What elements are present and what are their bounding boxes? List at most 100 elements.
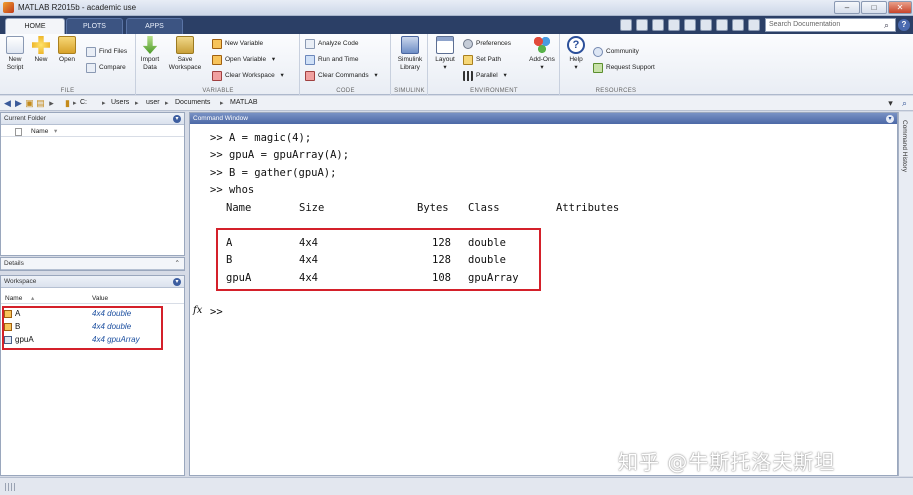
forward-arrow-icon[interactable]: ▶ — [13, 98, 24, 109]
run-and-time-label: Run and Time — [318, 56, 359, 63]
set-path-button[interactable]: Set Path — [463, 54, 501, 66]
community-button[interactable]: Community — [593, 46, 639, 58]
close-button[interactable]: ✕ — [888, 1, 912, 14]
open-label: Open — [59, 56, 75, 63]
environment-group-label: ENVIRONMENT — [470, 88, 518, 94]
import-data-button[interactable]: Import Data — [137, 36, 163, 72]
help-quick-icon[interactable] — [732, 19, 744, 31]
minimize-button[interactable]: – — [834, 1, 860, 14]
compare-button[interactable]: Compare — [86, 62, 126, 74]
whos-header-name: Name — [226, 202, 252, 214]
new-script-button[interactable]: New Script — [2, 36, 28, 72]
breadcrumb-users[interactable]: Users — [111, 99, 129, 106]
panel-menu-icon[interactable]: ▾ — [173, 115, 181, 123]
add-ons-label: Add-Ons — [529, 56, 555, 63]
help-circle-icon: ? — [567, 36, 585, 54]
command-history-strip[interactable]: Command History — [898, 112, 913, 476]
simulink-library-icon — [401, 36, 419, 54]
compare-icon — [86, 63, 96, 73]
clear-commands-button[interactable]: Clear Commands ▾ — [305, 70, 378, 82]
breadcrumb-documents[interactable]: Documents — [175, 99, 210, 106]
workspace-header: Workspace ▾ — [1, 276, 184, 288]
expand-icon[interactable]: ⌃ — [175, 258, 180, 270]
tab-apps[interactable]: APPS — [126, 18, 183, 34]
command-window[interactable]: Command Window ▾ >> A = magic(4); >> gpu… — [189, 112, 898, 476]
help-button[interactable]: ? Help ▾ — [564, 36, 588, 72]
simulink-group: Simulink Library SIMULINK — [392, 34, 428, 95]
switch-windows-icon[interactable] — [716, 19, 728, 31]
open-variable-icon — [212, 55, 222, 65]
code-group-label: CODE — [336, 88, 355, 94]
save-quick-icon[interactable] — [620, 19, 632, 31]
whos-header-class: Class — [468, 202, 500, 214]
workspace-highlight-box — [2, 306, 163, 350]
command-prompt[interactable]: >> — [210, 306, 223, 318]
folder-search-icon[interactable]: ⌕ — [899, 98, 910, 109]
undo-quick-icon[interactable] — [684, 19, 696, 31]
panel-menu-icon[interactable]: ▾ — [886, 115, 894, 123]
matlab-logo-icon — [3, 2, 14, 13]
breadcrumb-matlab[interactable]: MATLAB — [230, 99, 258, 106]
breadcrumb-separator: ▸ — [220, 100, 224, 107]
open-button[interactable]: Open — [54, 36, 80, 64]
workspace-panel: Workspace ▾ Name ▴ Value A 4x4 double B … — [0, 275, 185, 476]
analyze-code-button[interactable]: Analyze Code — [305, 38, 358, 50]
chevron-down-icon: ▾ — [271, 56, 276, 63]
redo-quick-icon[interactable] — [700, 19, 712, 31]
save-workspace-icon — [176, 36, 194, 54]
new-variable-icon — [212, 39, 222, 49]
details-header[interactable]: Details ⌃ — [1, 258, 184, 270]
set-path-icon — [463, 55, 473, 65]
compare-label: Compare — [99, 64, 126, 71]
request-support-button[interactable]: Request Support — [593, 62, 655, 74]
current-folder-column-header[interactable]: Name ▾ — [1, 127, 184, 137]
clear-workspace-button[interactable]: Clear Workspace ▾ — [212, 70, 284, 82]
save-workspace-button[interactable]: Save Workspace — [165, 36, 205, 72]
panel-menu-icon[interactable]: ▾ — [173, 278, 181, 286]
layout-button[interactable]: Layout ▾ — [431, 36, 459, 72]
maximize-button[interactable]: □ — [861, 1, 887, 14]
variable-group: Import Data Save Workspace New Variable … — [137, 34, 300, 95]
tab-plots[interactable]: PLOTS — [66, 18, 123, 34]
breadcrumb-user[interactable]: user — [146, 99, 160, 106]
workspace-column-header[interactable]: Name ▴ Value — [1, 294, 184, 304]
resize-grip-icon[interactable] — [5, 483, 17, 491]
paste-quick-icon[interactable] — [668, 19, 680, 31]
breadcrumb-separator: ▸ — [135, 100, 139, 107]
browse-folder-icon[interactable]: ▤ — [35, 98, 46, 109]
save-workspace-label: Save Workspace — [168, 56, 202, 71]
search-documentation-input[interactable]: Search Documentation — [765, 18, 896, 32]
command-window-title: Command Window — [193, 115, 248, 122]
whos-header-size: Size — [299, 202, 325, 214]
clear-workspace-label: Clear Workspace — [225, 72, 275, 79]
run-and-time-button[interactable]: Run and Time — [305, 54, 358, 66]
current-folder-panel: Current Folder ▾ Name ▾ — [0, 112, 185, 256]
clear-workspace-icon — [212, 71, 222, 81]
simulink-library-button[interactable]: Simulink Library — [395, 36, 425, 72]
cut-quick-icon[interactable] — [636, 19, 648, 31]
address-dropdown-icon[interactable]: ▾ — [885, 98, 896, 109]
whos-highlight-box — [216, 228, 541, 291]
help-icon[interactable]: ? — [898, 19, 910, 31]
preferences-button[interactable]: Preferences — [463, 38, 511, 50]
tab-home[interactable]: HOME — [5, 18, 65, 34]
copy-quick-icon[interactable] — [652, 19, 664, 31]
workspace-title: Workspace — [4, 278, 37, 285]
new-variable-button[interactable]: New Variable — [212, 38, 263, 50]
parallel-button[interactable]: Parallel ▾ — [463, 70, 507, 82]
up-folder-icon[interactable]: ▣ — [24, 98, 35, 109]
back-arrow-icon[interactable]: ◀ — [2, 98, 13, 109]
ribbon: New Script New Open Find Files Compare F… — [0, 34, 913, 95]
find-files-button[interactable]: Find Files — [86, 46, 127, 58]
community-label: Community — [606, 48, 639, 55]
add-ons-button[interactable]: Add-Ons ▾ — [527, 36, 557, 72]
breadcrumb-separator: ▸ — [73, 100, 77, 107]
customize-quick-icon[interactable] — [748, 19, 760, 31]
details-title: Details — [4, 260, 24, 267]
open-variable-button[interactable]: Open Variable ▾ — [212, 54, 275, 66]
file-type-icon — [15, 128, 22, 136]
chevron-down-icon: ▾ — [503, 72, 507, 79]
fx-icon[interactable]: fx — [193, 305, 202, 316]
breadcrumb-c[interactable]: C: — [80, 99, 87, 106]
new-button[interactable]: New — [28, 36, 54, 64]
